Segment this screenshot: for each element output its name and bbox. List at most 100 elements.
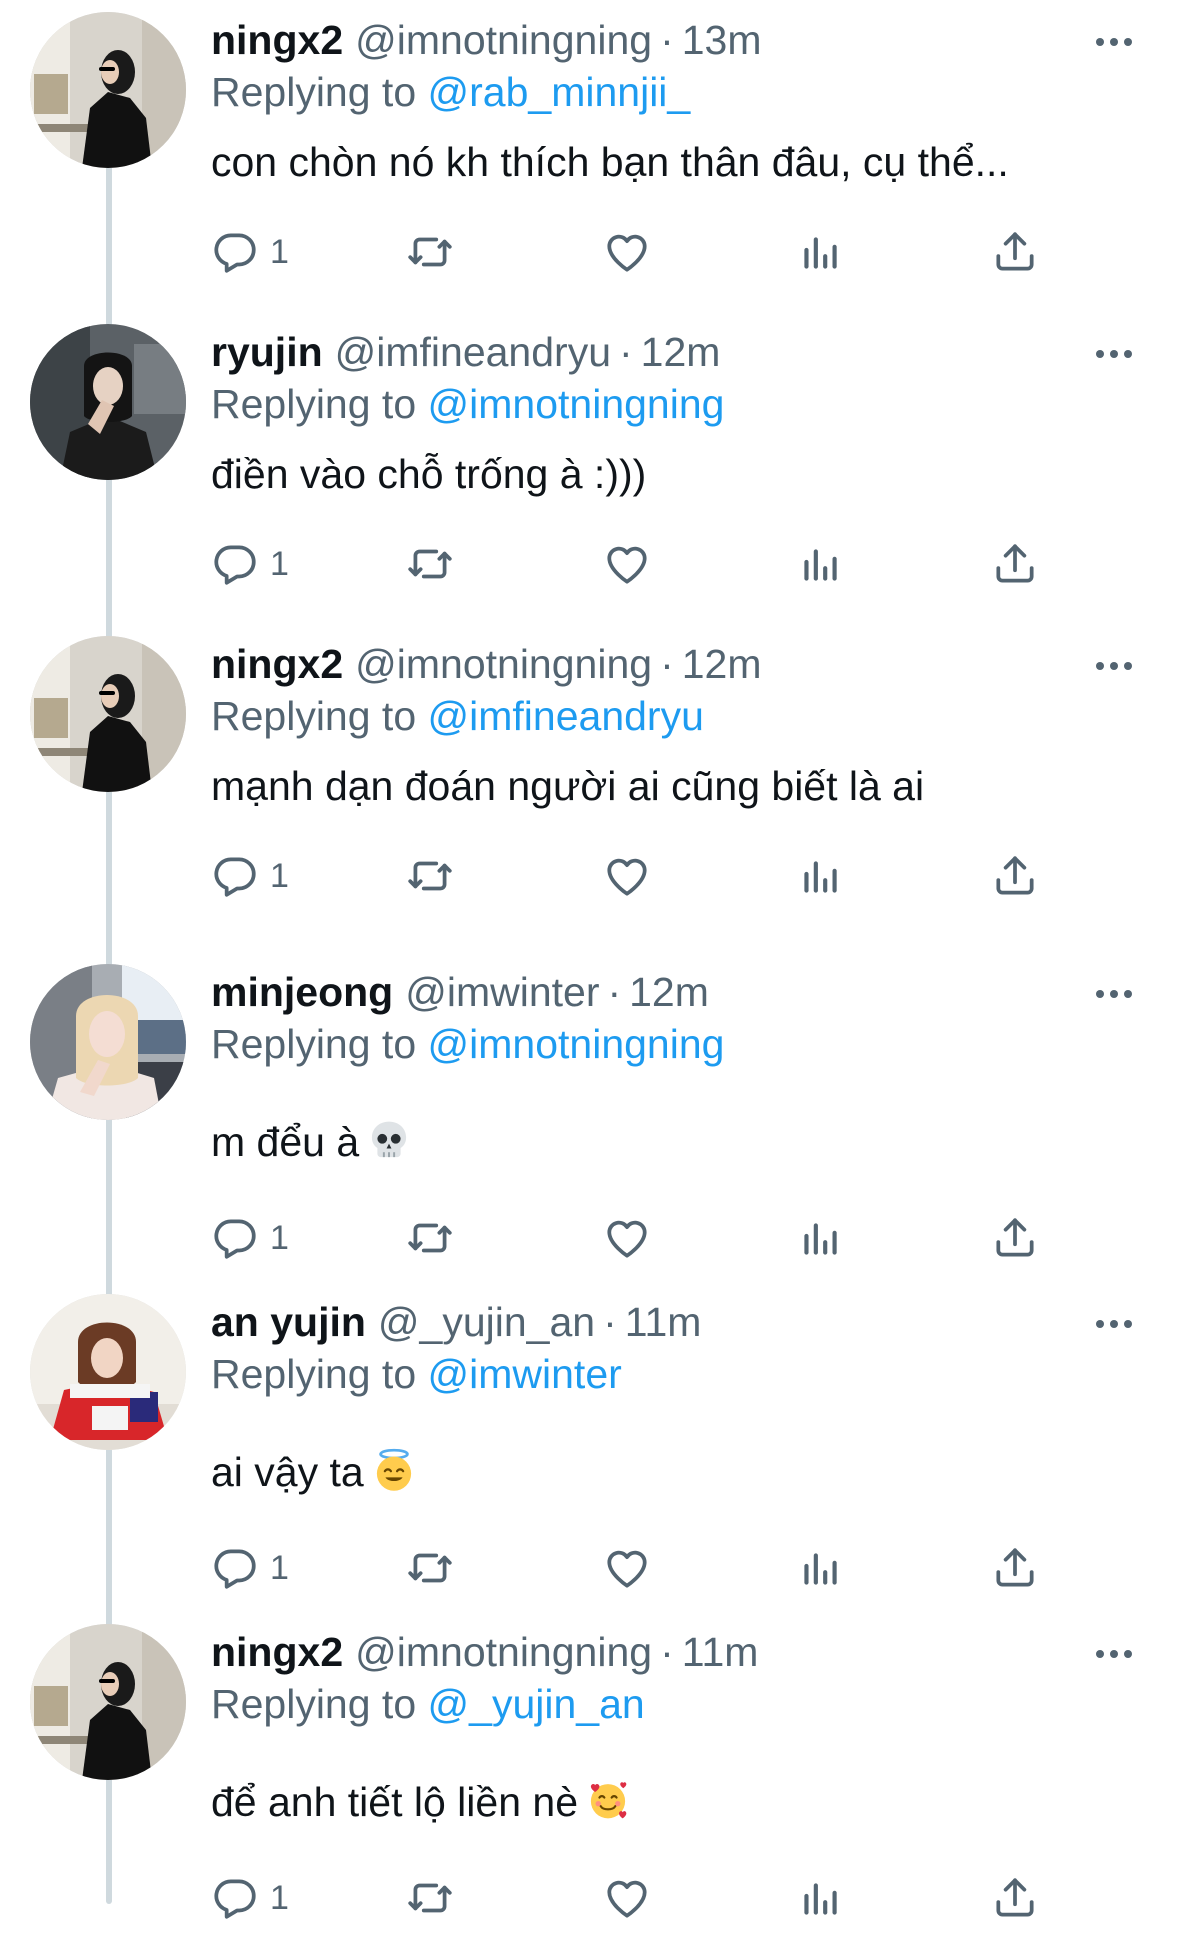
reply-button[interactable]: 1: [210, 1538, 289, 1598]
like-button[interactable]: [602, 1208, 652, 1268]
smiling-hearts-emoji: [586, 1778, 630, 1822]
display-name[interactable]: an yujin: [211, 1299, 366, 1345]
views-button[interactable]: [795, 534, 845, 594]
separator-dot: ·: [660, 641, 674, 687]
like-button[interactable]: [602, 222, 652, 282]
display-name[interactable]: ningx2: [211, 641, 343, 687]
views-button[interactable]: [795, 1208, 845, 1268]
display-name[interactable]: ningx2: [211, 17, 343, 63]
replying-to: Replying to @imnotningning: [211, 378, 724, 430]
display-name[interactable]: minjeong: [211, 969, 393, 1015]
tweet-text: m đểu à: [211, 1116, 411, 1168]
tweet-text-content: mạnh dạn đoán người ai cũng biết là ai: [211, 763, 925, 809]
replying-to-label: Replying to: [211, 381, 417, 427]
reply-count: 1: [270, 233, 289, 271]
tweet[interactable]: ningx2 @imnotningning · 13m Replying to @rab…: [0, 0, 1179, 330]
analytics-icon: [795, 1543, 845, 1593]
replying-to-mention[interactable]: @imnotningning: [428, 381, 725, 427]
tweet-text-content: con chòn nó kh thích bạn thân đâu, cụ th…: [211, 139, 1009, 185]
tweet[interactable]: minjeong @imwinter · 12m Replying to @imnotn…: [0, 952, 1179, 1282]
replying-to-mention[interactable]: @imnotningning: [428, 1021, 725, 1067]
avatar[interactable]: [30, 636, 186, 792]
replying-to: Replying to @imfineandryu: [211, 690, 704, 742]
avatar[interactable]: [30, 12, 186, 168]
replying-to-mention[interactable]: @rab_minnjii_: [428, 69, 691, 115]
tweet-header: an yujin @_yujin_an · 11m: [211, 1296, 701, 1348]
views-button[interactable]: [795, 1868, 845, 1928]
timestamp[interactable]: 12m: [629, 969, 709, 1015]
tweet[interactable]: ryujin @imfineandryu · 12m Replying to @imno…: [0, 312, 1179, 642]
retweet-button[interactable]: [405, 534, 455, 594]
avatar[interactable]: [30, 324, 186, 480]
retweet-button[interactable]: [405, 846, 455, 906]
retweet-button[interactable]: [405, 222, 455, 282]
username-handle[interactable]: @imnotningning: [355, 641, 652, 687]
reply-button[interactable]: 1: [210, 1208, 289, 1268]
share-button[interactable]: [990, 222, 1040, 282]
heart-icon: [602, 1873, 652, 1923]
display-name[interactable]: ningx2: [211, 1629, 343, 1675]
username-handle[interactable]: @imfineandryu: [335, 329, 611, 375]
replying-to-mention[interactable]: @_yujin_an: [428, 1681, 645, 1727]
views-button[interactable]: [795, 1538, 845, 1598]
retweet-button[interactable]: [405, 1538, 455, 1598]
tweet[interactable]: ningx2 @imnotningning · 12m Replying to @imf…: [0, 624, 1179, 954]
share-button[interactable]: [990, 534, 1040, 594]
reply-icon: [210, 1543, 260, 1593]
share-icon: [990, 1873, 1040, 1923]
views-button[interactable]: [795, 846, 845, 906]
heart-icon: [602, 227, 652, 277]
share-icon: [990, 539, 1040, 589]
retweet-icon: [405, 539, 455, 589]
like-button[interactable]: [602, 1868, 652, 1928]
tweet-header: minjeong @imwinter · 12m: [211, 966, 709, 1018]
tweet-actions: 1: [210, 1538, 1050, 1598]
retweet-button[interactable]: [405, 1208, 455, 1268]
reply-button[interactable]: 1: [210, 846, 289, 906]
reply-button[interactable]: 1: [210, 1868, 289, 1928]
username-handle[interactable]: @imnotningning: [355, 17, 652, 63]
like-button[interactable]: [602, 534, 652, 594]
timestamp[interactable]: 11m: [625, 1299, 702, 1345]
tweet-text-content: ai vậy ta: [211, 1449, 364, 1495]
separator-dot: ·: [660, 17, 674, 63]
username-handle[interactable]: @imnotningning: [355, 1629, 652, 1675]
more-icon[interactable]: [1090, 646, 1138, 686]
more-icon[interactable]: [1090, 22, 1138, 62]
avatar[interactable]: [30, 964, 186, 1120]
more-icon[interactable]: [1090, 974, 1138, 1014]
reply-button[interactable]: 1: [210, 222, 289, 282]
reply-button[interactable]: 1: [210, 534, 289, 594]
tweet[interactable]: ningx2 @imnotningning · 11m Replying to @_yu…: [0, 1612, 1179, 1942]
replying-to-label: Replying to: [211, 69, 417, 115]
more-icon[interactable]: [1090, 1634, 1138, 1674]
more-icon[interactable]: [1090, 334, 1138, 374]
username-handle[interactable]: @_yujin_an: [378, 1299, 595, 1345]
tweet-text: để anh tiết lộ liền nè: [211, 1776, 630, 1828]
like-button[interactable]: [602, 1538, 652, 1598]
tweet-text-content: điền vào chỗ trống à :))): [211, 451, 647, 497]
timestamp[interactable]: 12m: [682, 641, 762, 687]
replying-to-mention[interactable]: @imfineandryu: [428, 693, 704, 739]
retweet-button[interactable]: [405, 1868, 455, 1928]
views-button[interactable]: [795, 222, 845, 282]
timestamp[interactable]: 13m: [682, 17, 762, 63]
display-name[interactable]: ryujin: [211, 329, 323, 375]
share-button[interactable]: [990, 1868, 1040, 1928]
share-button[interactable]: [990, 1208, 1040, 1268]
timestamp[interactable]: 11m: [682, 1629, 759, 1675]
tweet-text: con chòn nó kh thích bạn thân đâu, cụ th…: [211, 136, 1009, 188]
reply-count: 1: [270, 1549, 289, 1587]
share-button[interactable]: [990, 1538, 1040, 1598]
share-button[interactable]: [990, 846, 1040, 906]
share-icon: [990, 1543, 1040, 1593]
username-handle[interactable]: @imwinter: [405, 969, 599, 1015]
avatar[interactable]: [30, 1294, 186, 1450]
tweet[interactable]: an yujin @_yujin_an · 11m Replying to @imwin…: [0, 1282, 1179, 1612]
like-button[interactable]: [602, 846, 652, 906]
avatar[interactable]: [30, 1624, 186, 1780]
replying-to-mention[interactable]: @imwinter: [428, 1351, 622, 1397]
tweet-header: ningx2 @imnotningning · 12m: [211, 638, 761, 690]
timestamp[interactable]: 12m: [641, 329, 721, 375]
more-icon[interactable]: [1090, 1304, 1138, 1344]
